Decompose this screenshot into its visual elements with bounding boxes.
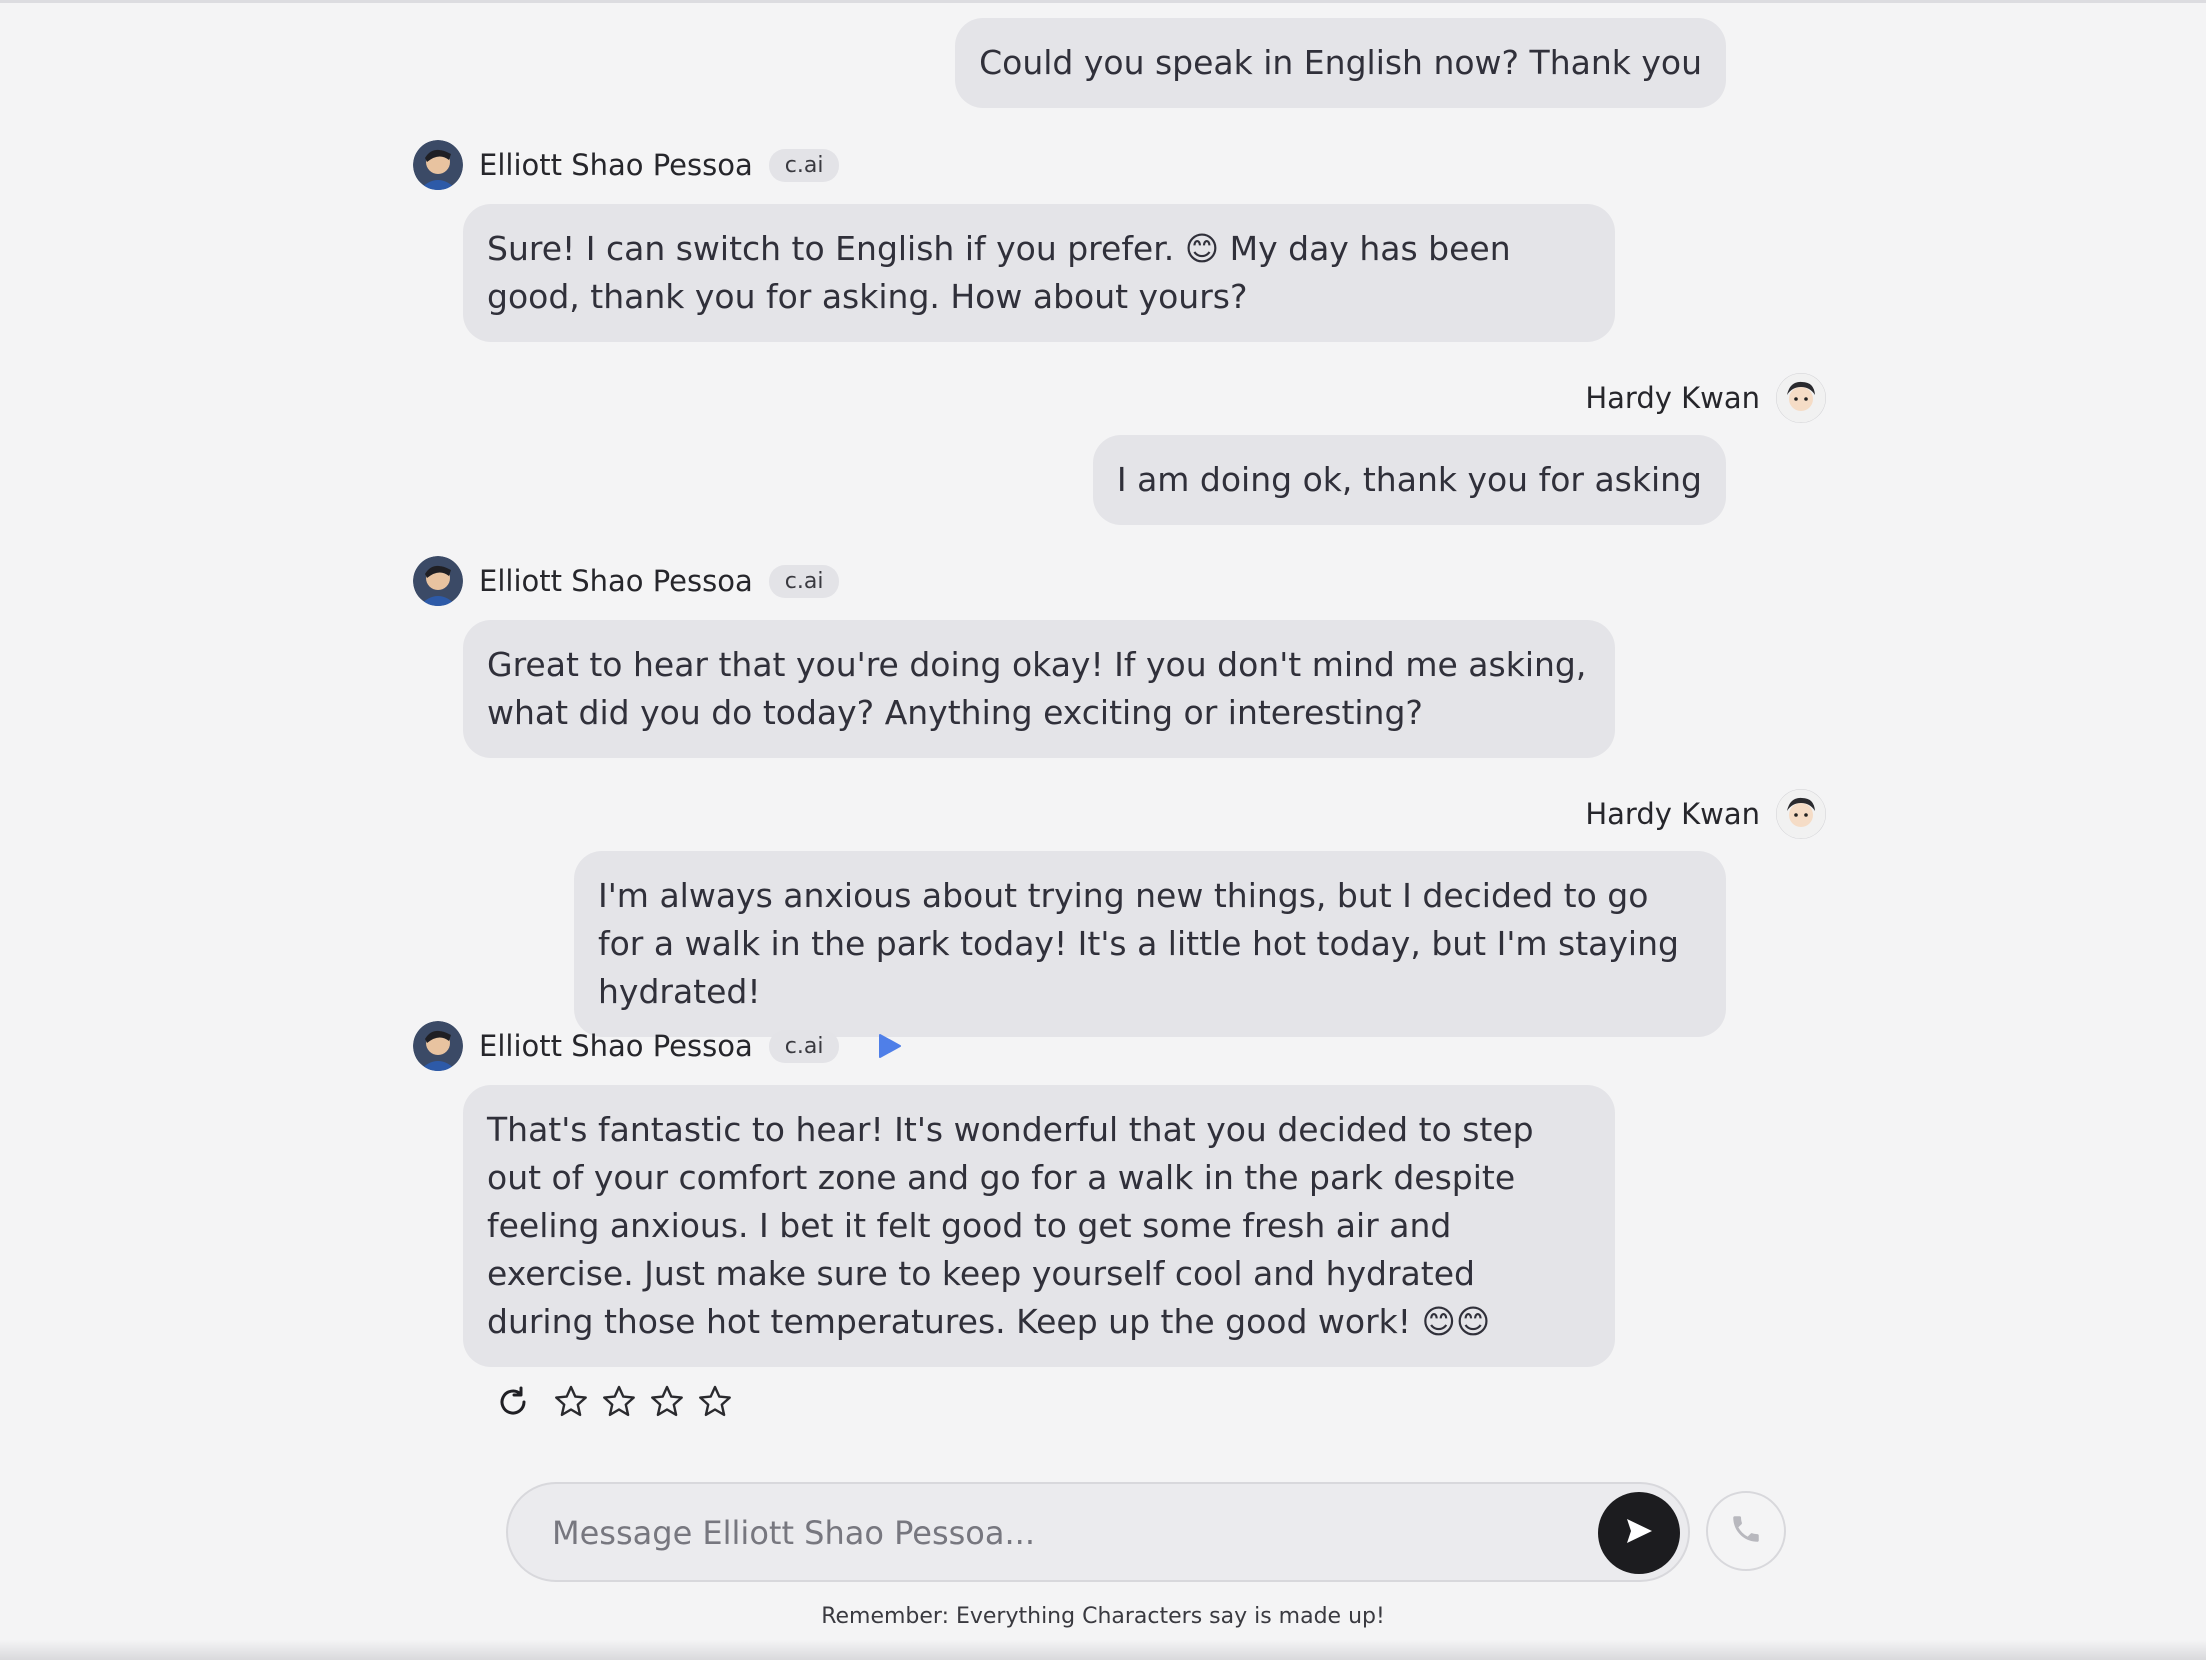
bot-message-header: Elliott Shao Pessoa c.ai [413, 556, 840, 606]
bot-message: Elliott Shao Pessoa c.ai That's fantasti… [413, 1021, 1615, 1423]
disclaimer-text: Remember: Everything Characters say is m… [821, 1604, 1385, 1629]
bot-name[interactable]: Elliott Shao Pessoa [479, 148, 753, 182]
user-name[interactable]: Hardy Kwan [1585, 381, 1760, 415]
message-composer [506, 1482, 1690, 1582]
user-message: Hardy Kwan I'm always anxious about tryi… [574, 789, 1826, 1037]
bot-name[interactable]: Elliott Shao Pessoa [479, 564, 753, 598]
bottom-fade [0, 1640, 2206, 1660]
user-message-bubble: I am doing ok, thank you for asking [1092, 435, 1726, 525]
user-message-header: Hardy Kwan [1585, 373, 1826, 423]
bot-tag-badge: c.ai [768, 1029, 840, 1063]
send-icon [1622, 1514, 1656, 1552]
bot-avatar[interactable] [413, 1021, 463, 1071]
bot-tag-badge: c.ai [768, 564, 840, 598]
user-message-bubble: Could you speak in English now? Thank yo… [955, 18, 1726, 108]
bot-message-bubble: Great to hear that you're doing okay! If… [463, 620, 1615, 758]
star-icon[interactable] [697, 1384, 733, 1420]
user-message: Hardy Kwan I am doing ok, thank you for … [1092, 373, 1826, 525]
user-message-header: Hardy Kwan [1585, 789, 1826, 839]
star-icon[interactable] [553, 1384, 589, 1420]
bot-avatar[interactable] [413, 556, 463, 606]
bot-message-header: Elliott Shao Pessoa c.ai [413, 140, 840, 190]
reload-icon[interactable] [495, 1384, 531, 1420]
bot-message: Elliott Shao Pessoa c.ai Sure! I can swi… [413, 140, 1615, 342]
send-button[interactable] [1598, 1492, 1680, 1574]
bot-name[interactable]: Elliott Shao Pessoa [479, 1029, 753, 1063]
message-rating [495, 1381, 745, 1423]
bot-message-bubble: That's fantastic to hear! It's wonderful… [463, 1085, 1615, 1367]
bot-avatar[interactable] [413, 140, 463, 190]
user-message-bubble: I'm always anxious about trying new thin… [574, 851, 1726, 1037]
call-button[interactable] [1706, 1491, 1786, 1571]
user-avatar[interactable] [1776, 789, 1826, 839]
play-voice-icon[interactable] [875, 1032, 903, 1060]
phone-icon [1729, 1512, 1763, 1550]
message-input[interactable] [552, 1508, 1552, 1558]
bot-message-bubble: Sure! I can switch to English if you pre… [463, 204, 1615, 342]
chat-page: Could you speak in English now? Thank yo… [0, 0, 2206, 1660]
bot-message: Elliott Shao Pessoa c.ai Great to hear t… [413, 556, 1615, 758]
bot-tag-badge: c.ai [768, 148, 840, 182]
user-avatar[interactable] [1776, 373, 1826, 423]
user-name[interactable]: Hardy Kwan [1585, 797, 1760, 831]
top-divider [0, 0, 2206, 3]
star-icon[interactable] [649, 1384, 685, 1420]
user-message: Could you speak in English now? Thank yo… [955, 18, 1776, 108]
star-icon[interactable] [601, 1384, 637, 1420]
bot-message-header: Elliott Shao Pessoa c.ai [413, 1021, 903, 1071]
